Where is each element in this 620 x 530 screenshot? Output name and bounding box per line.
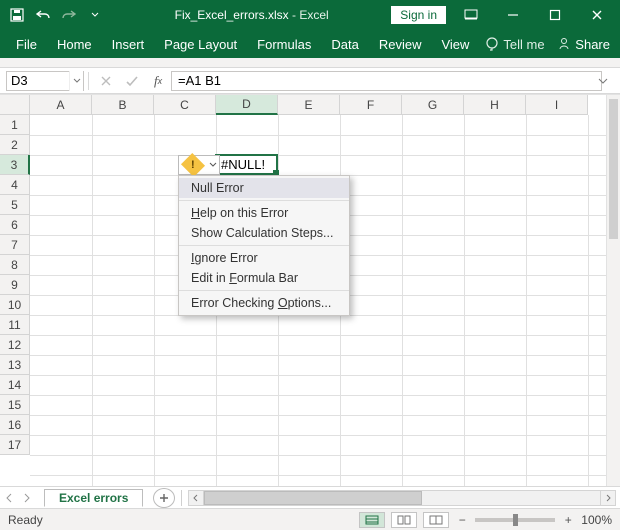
tab-home[interactable]: Home — [47, 30, 102, 58]
row-header[interactable]: 9 — [0, 275, 30, 295]
name-box-input[interactable] — [7, 73, 69, 88]
row-header[interactable]: 16 — [0, 415, 30, 435]
active-cell[interactable]: #NULL! — [215, 154, 278, 175]
share-label: Share — [575, 37, 610, 52]
row-header[interactable]: 12 — [0, 335, 30, 355]
enter-formula-icon[interactable] — [119, 71, 145, 91]
row-header[interactable]: 13 — [0, 355, 30, 375]
title-bar-text: Fix_Excel_errors.xlsx - Excel — [112, 8, 391, 22]
menu-item-null-error[interactable]: Null Error — [179, 178, 349, 198]
row-header[interactable]: 1 — [0, 115, 30, 135]
hscroll-left-icon[interactable] — [188, 490, 204, 506]
ribbon-display-options-icon[interactable] — [454, 0, 488, 30]
column-header[interactable]: I — [526, 95, 588, 115]
row-header[interactable]: 14 — [0, 375, 30, 395]
select-all-corner[interactable] — [0, 95, 30, 115]
tab-formulas[interactable]: Formulas — [247, 30, 321, 58]
column-header[interactable]: E — [278, 95, 340, 115]
document-name: Fix_Excel_errors.xlsx — [175, 8, 289, 22]
error-context-menu: Null Error Help on this Error Show Calcu… — [178, 175, 350, 316]
undo-icon[interactable] — [32, 4, 54, 26]
menu-item-show-calculation-steps[interactable]: Show Calculation Steps... — [179, 223, 349, 243]
column-header[interactable]: D — [216, 95, 278, 115]
close-icon[interactable] — [580, 0, 614, 30]
tell-me-label: Tell me — [503, 37, 544, 52]
sheet-tab-active[interactable]: Excel errors — [44, 489, 143, 507]
active-cell-value: #NULL! — [221, 157, 265, 172]
sheet-nav-next-icon[interactable] — [18, 488, 36, 508]
row-header[interactable]: 3 — [0, 155, 30, 175]
formula-bar-input[interactable] — [171, 71, 602, 91]
save-icon[interactable] — [6, 4, 28, 26]
tab-page-layout[interactable]: Page Layout — [154, 30, 247, 58]
qat-customize-icon[interactable] — [84, 4, 106, 26]
sign-in-button[interactable]: Sign in — [391, 6, 446, 24]
row-header[interactable]: 15 — [0, 395, 30, 415]
error-smart-tag[interactable]: ! — [178, 155, 220, 175]
column-header[interactable]: C — [154, 95, 216, 115]
app-name: Excel — [299, 8, 328, 22]
vertical-scrollbar[interactable] — [606, 95, 620, 486]
column-header[interactable]: H — [464, 95, 526, 115]
name-box-dropdown-icon[interactable] — [69, 71, 83, 91]
warning-icon: ! — [181, 153, 205, 177]
share-button[interactable]: Share — [557, 37, 614, 52]
column-header[interactable]: B — [92, 95, 154, 115]
cancel-formula-icon[interactable] — [93, 71, 119, 91]
row-header[interactable]: 4 — [0, 175, 30, 195]
tab-data[interactable]: Data — [321, 30, 368, 58]
column-header[interactable]: G — [402, 95, 464, 115]
tell-me-button[interactable]: Tell me — [485, 37, 544, 52]
menu-item-ignore-error[interactable]: Ignore Error — [179, 248, 349, 268]
minimize-icon[interactable] — [496, 0, 530, 30]
row-header[interactable]: 11 — [0, 315, 30, 335]
menu-item-error-checking-options[interactable]: Error Checking Options... — [179, 293, 349, 313]
redo-icon[interactable] — [58, 4, 80, 26]
row-header[interactable]: 7 — [0, 235, 30, 255]
horizontal-scrollbar[interactable] — [188, 490, 616, 506]
row-header[interactable]: 2 — [0, 135, 30, 155]
row-header[interactable]: 6 — [0, 215, 30, 235]
maximize-icon[interactable] — [538, 0, 572, 30]
tab-view[interactable]: View — [431, 30, 479, 58]
insert-function-icon[interactable]: fx — [145, 71, 171, 91]
column-header[interactable]: A — [30, 95, 92, 115]
row-header[interactable]: 17 — [0, 435, 30, 455]
sheet-nav-prev-icon[interactable] — [0, 488, 18, 508]
menu-item-help-on-this-error[interactable]: Help on this Error — [179, 203, 349, 223]
expand-formula-bar-icon[interactable] — [590, 71, 616, 91]
hscroll-right-icon[interactable] — [600, 490, 616, 506]
row-header[interactable]: 5 — [0, 195, 30, 215]
error-tag-dropdown-icon[interactable] — [207, 161, 219, 169]
row-header[interactable]: 8 — [0, 255, 30, 275]
new-sheet-button[interactable] — [153, 488, 175, 508]
tab-file[interactable]: File — [6, 30, 47, 58]
row-header[interactable]: 10 — [0, 295, 30, 315]
tab-insert[interactable]: Insert — [102, 30, 155, 58]
tab-review[interactable]: Review — [369, 30, 432, 58]
menu-item-edit-in-formula-bar[interactable]: Edit in Formula Bar — [179, 268, 349, 288]
column-header[interactable]: F — [340, 95, 402, 115]
